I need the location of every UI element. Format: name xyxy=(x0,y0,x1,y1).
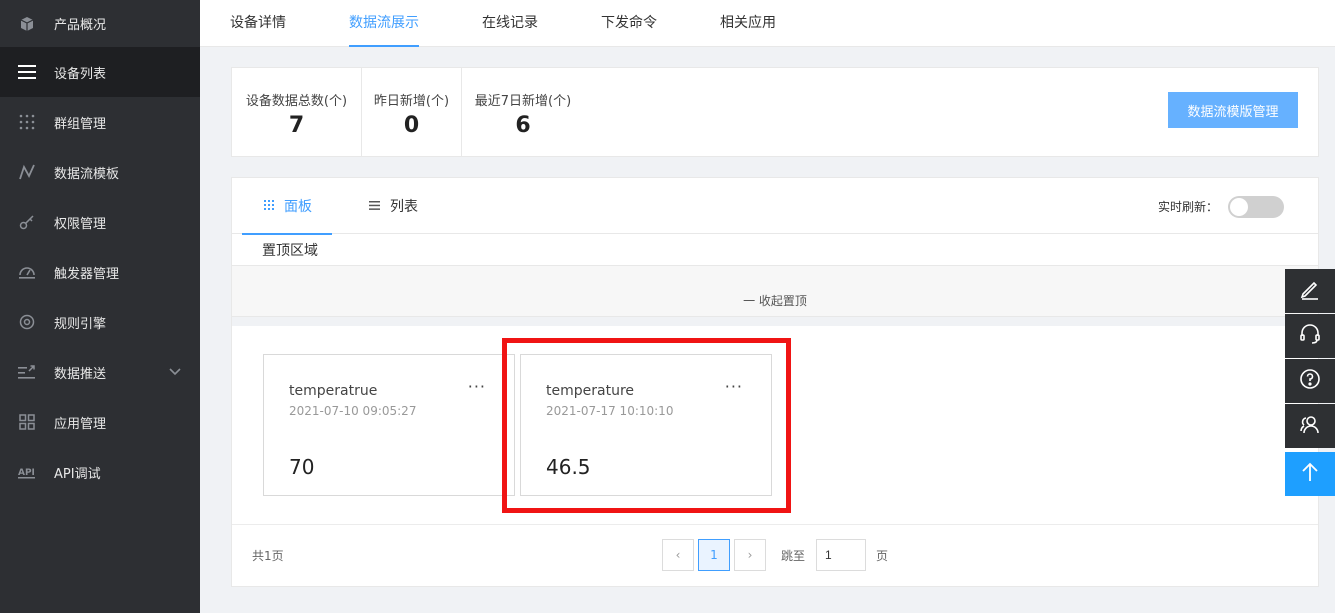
page-number-button[interactable]: 1 xyxy=(698,539,730,571)
sidebar-item-label: 设备列表 xyxy=(54,66,107,82)
card-stream-name: temperatrue xyxy=(289,383,378,399)
stat-total-value: 7 xyxy=(288,113,305,138)
cube-icon xyxy=(18,15,36,33)
menu-icon xyxy=(18,63,36,81)
pinned-area-title: 置顶区域 xyxy=(262,243,318,259)
support-tool-button[interactable] xyxy=(1285,314,1335,358)
sidebar-item-trigger[interactable]: 触发器管理 xyxy=(0,247,200,297)
stat-week-label: 最近7日新增(个) xyxy=(474,94,572,109)
tab-list-view[interactable]: 列表 xyxy=(369,178,418,234)
help-tool-button[interactable] xyxy=(1285,359,1335,403)
target-icon xyxy=(18,313,36,331)
apps-icon xyxy=(18,413,36,431)
top-tab-bar: 设备详情 数据流展示 在线记录 下发命令 相关应用 xyxy=(200,0,1335,47)
key-icon xyxy=(18,213,36,231)
community-tool-button[interactable] xyxy=(1285,404,1335,448)
sidebar-item-datastream-template[interactable]: 数据流模板 xyxy=(0,147,200,197)
gauge-icon xyxy=(18,263,36,281)
tab-board-label: 面板 xyxy=(284,199,312,215)
sidebar-item-label: 产品概况 xyxy=(54,18,107,33)
grid-icon xyxy=(264,199,274,213)
sidebar-item-group-management[interactable]: 群组管理 xyxy=(0,97,200,147)
sidebar-item-permission[interactable]: 权限管理 xyxy=(0,197,200,247)
tab-send-command[interactable]: 下发命令 xyxy=(601,0,657,47)
panel-view-tabs: 面板 列表 实时刷新： xyxy=(232,178,1318,235)
line-chart-icon xyxy=(18,163,36,181)
pinned-area: 一 收起置顶 xyxy=(232,265,1318,317)
api-icon: API xyxy=(18,463,36,481)
pager-total: 共1页 xyxy=(252,549,284,563)
svg-text:API: API xyxy=(18,468,35,478)
floating-toolbar xyxy=(1285,269,1335,497)
sidebar-item-label: 数据推送 xyxy=(54,366,107,382)
realtime-refresh-label: 实时刷新： xyxy=(1157,200,1218,214)
next-page-button[interactable]: › xyxy=(734,539,766,571)
section-divider xyxy=(232,317,1318,326)
datastream-panel: 面板 列表 实时刷新： 置顶区域 一 收起置顶 temperatrue 2021… xyxy=(231,177,1319,587)
tab-device-detail[interactable]: 设备详情 xyxy=(230,0,286,47)
sidebar-item-app-management[interactable]: 应用管理 xyxy=(0,397,200,447)
card-corner-tab xyxy=(263,354,283,360)
sidebar-item-device-list[interactable]: 设备列表 xyxy=(0,47,200,97)
chevron-down-icon[interactable] xyxy=(168,364,182,382)
edit-tool-button[interactable] xyxy=(1285,269,1335,313)
page-unit-label: 页 xyxy=(876,549,889,563)
stat-yesterday: 昨日新增(个) 0 xyxy=(362,68,462,156)
sidebar-item-product-overview[interactable]: 产品概况 xyxy=(0,0,200,47)
users-icon xyxy=(1298,412,1322,440)
sidebar-item-label: 规则引擎 xyxy=(54,316,107,332)
tab-datastream-display[interactable]: 数据流展示 xyxy=(349,0,419,47)
datastream-template-manage-button[interactable]: 数据流模版管理 xyxy=(1168,92,1298,128)
card-value: 70 xyxy=(289,455,315,479)
stat-yesterday-label: 昨日新增(个) xyxy=(373,94,450,109)
pager-divider xyxy=(232,524,1318,525)
sidebar-item-label: 权限管理 xyxy=(54,216,107,232)
stats-card: 设备数据总数(个) 7 昨日新增(个) 0 最近7日新增(个) 6 数据流模版管… xyxy=(231,67,1319,157)
arrow-up-icon xyxy=(1298,460,1322,488)
collapse-pinned-button[interactable]: 一 收起置顶 xyxy=(232,292,1318,309)
toggle-knob xyxy=(1230,198,1248,216)
sidebar-item-rule-engine[interactable]: 规则引擎 xyxy=(0,297,200,347)
sidebar-item-label: 应用管理 xyxy=(54,416,107,432)
sidebar: 产品概况 设备列表 群组管理 数据流模板 权限管理 触发器管理 规则引擎 数据推… xyxy=(0,0,200,613)
sidebar-item-label: 群组管理 xyxy=(54,116,107,132)
dots-grid-icon xyxy=(18,113,36,131)
stat-yesterday-value: 0 xyxy=(403,113,420,138)
jump-page-input[interactable] xyxy=(816,539,866,571)
headset-icon xyxy=(1298,322,1322,350)
list-icon xyxy=(369,200,380,213)
highlight-box xyxy=(502,338,791,513)
stat-week: 最近7日新增(个) 6 xyxy=(462,68,584,156)
sidebar-item-label: 触发器管理 xyxy=(54,266,120,282)
prev-page-button[interactable]: ‹ xyxy=(662,539,694,571)
sidebar-item-api-debug[interactable]: API API调试 xyxy=(0,447,200,497)
jump-to-label: 跳至 xyxy=(781,549,806,563)
push-icon xyxy=(18,363,36,381)
card-timestamp: 2021-07-10 09:05:27 xyxy=(289,404,417,418)
tab-online-records[interactable]: 在线记录 xyxy=(482,0,538,47)
back-to-top-button[interactable] xyxy=(1285,452,1335,496)
tab-related-apps[interactable]: 相关应用 xyxy=(720,0,776,47)
stat-week-value: 6 xyxy=(515,113,531,138)
pencil-icon xyxy=(1298,277,1322,305)
realtime-refresh-toggle[interactable] xyxy=(1228,196,1284,218)
sidebar-item-label: 数据流模板 xyxy=(54,166,120,182)
sidebar-item-data-push[interactable]: 数据推送 xyxy=(0,347,200,397)
sidebar-item-label: API调试 xyxy=(54,466,101,482)
stat-total-label: 设备数据总数(个) xyxy=(245,94,348,109)
tab-board-view[interactable]: 面板 xyxy=(242,178,332,235)
tab-list-label: 列表 xyxy=(390,199,418,215)
stat-total: 设备数据总数(个) 7 xyxy=(232,68,362,156)
more-options-icon[interactable]: ··· xyxy=(468,377,486,396)
question-icon xyxy=(1298,367,1322,395)
datastream-card[interactable]: temperatrue 2021-07-10 09:05:27 70 ··· xyxy=(263,354,515,496)
